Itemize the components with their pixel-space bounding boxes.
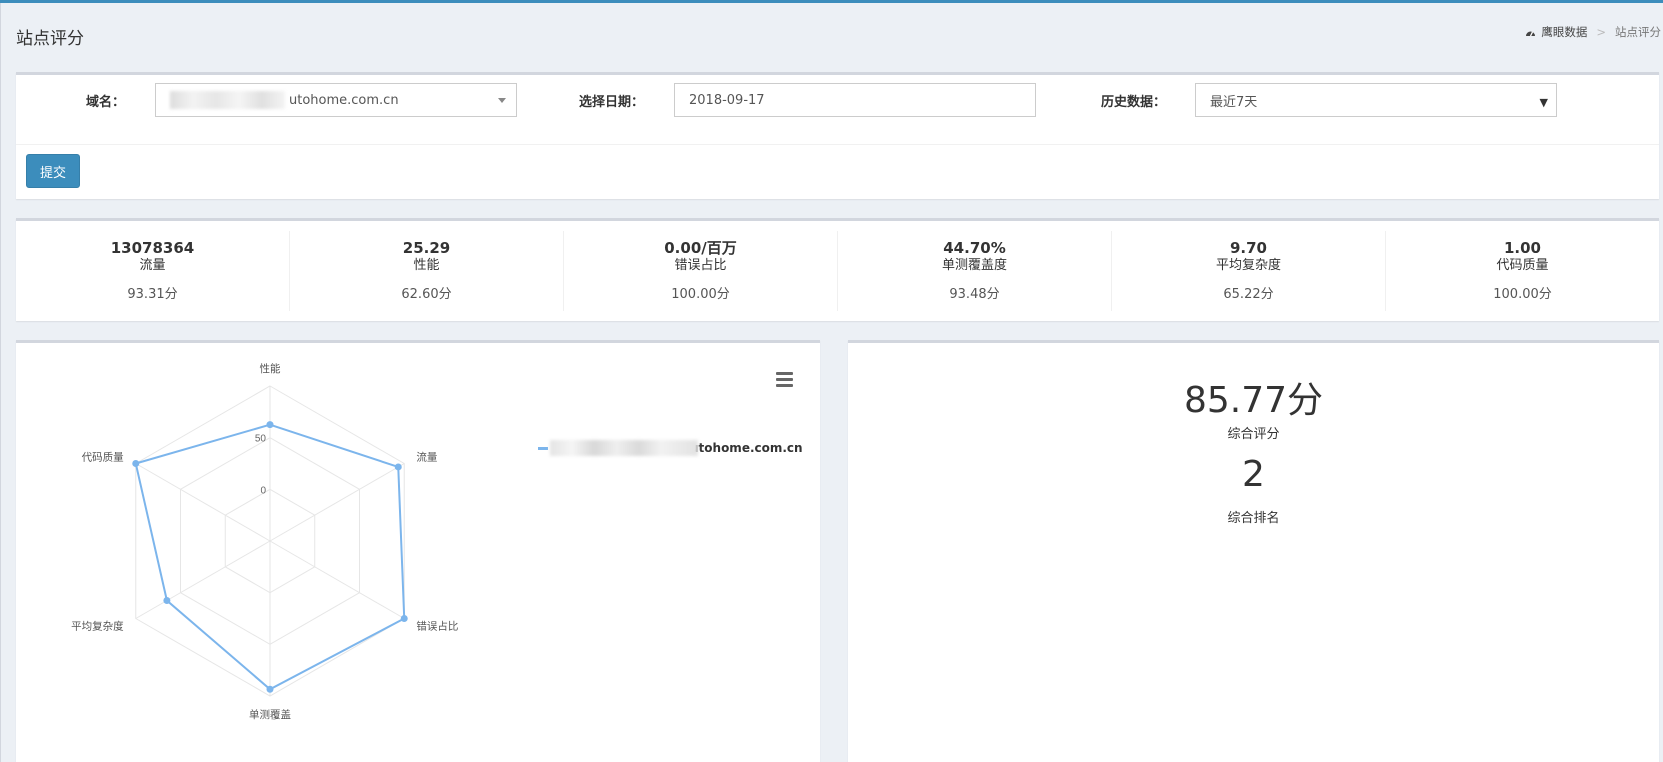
chart-legend[interactable]: utohome.com.cn bbox=[538, 440, 803, 456]
date-label: 选择日期： bbox=[579, 95, 645, 110]
stat-score: 65.22分 bbox=[1223, 287, 1274, 302]
stat-name: 流量 bbox=[139, 258, 166, 273]
radar-axis-label: 性能 bbox=[260, 362, 281, 375]
stat-score: 93.31分 bbox=[127, 287, 178, 302]
stat-traffic: 13078364 流量 93.31分 bbox=[16, 231, 290, 311]
rank-label: 综合排名 bbox=[1227, 511, 1280, 526]
radar-axis-label: 错误占比 bbox=[416, 620, 458, 633]
stat-value: 13078364 bbox=[110, 239, 195, 257]
domain-select-value: utohome.com.cn bbox=[289, 92, 399, 108]
stat-score: 100.00分 bbox=[1493, 287, 1552, 302]
score-panel: 85.77分 综合评分 2 综合排名 bbox=[848, 340, 1659, 762]
breadcrumb: 鹰眼数据 > 站点评分 bbox=[1525, 24, 1661, 40]
page-title: 站点评分 bbox=[16, 29, 84, 49]
radar-axis-label: 代码质量 bbox=[82, 452, 124, 464]
stat-name: 平均复杂度 bbox=[1215, 258, 1281, 273]
radar-data-point bbox=[163, 597, 171, 605]
history-label: 历史数据： bbox=[1101, 95, 1167, 110]
chevron-down-icon bbox=[498, 98, 506, 103]
stat-score: 93.48分 bbox=[949, 287, 1000, 302]
stat-complexity: 9.70 平均复杂度 65.22分 bbox=[1112, 231, 1386, 311]
radar-tick-label: 0 bbox=[260, 485, 266, 496]
stat-value: 25.29 bbox=[402, 239, 451, 257]
stat-name: 单测覆盖度 bbox=[941, 258, 1007, 273]
radar-spoke bbox=[135, 463, 271, 542]
radar-chart: 0 50 性能流量错误占比单测覆盖 平均复杂度 代码质量 bbox=[71, 362, 458, 721]
radar-chart-panel: 0 50 性能流量错误占比单测覆盖 平均复杂度 代码质量 utohome.com.cn bbox=[16, 340, 820, 762]
stat-test-coverage: 44.70% 单测覆盖度 93.48分 bbox=[838, 231, 1112, 311]
radar-data-point bbox=[266, 421, 274, 429]
filter-form: 域名： utohome.com.cn 选择日期： 2018-09-17 历史数据… bbox=[16, 72, 1659, 199]
stat-score: 100.00分 bbox=[671, 287, 730, 302]
chevron-down-icon: ▼ bbox=[1539, 96, 1548, 109]
left-edge bbox=[0, 3, 1, 762]
radar-axis-label: 单测覆盖 bbox=[249, 708, 291, 721]
stat-value: 0.00/百万 bbox=[664, 239, 737, 257]
top-accent-bar bbox=[0, 0, 1663, 3]
history-select[interactable]: 最近7天 ▼ bbox=[1195, 83, 1557, 117]
radar-data-point bbox=[394, 463, 402, 471]
rank-value: 2 bbox=[1242, 454, 1265, 495]
stat-score: 62.60分 bbox=[401, 287, 452, 302]
domain-select[interactable]: utohome.com.cn bbox=[155, 83, 517, 117]
stat-error-rate: 0.00/百万 错误占比 100.00分 bbox=[564, 231, 838, 311]
submit-button[interactable]: 提交 bbox=[26, 154, 80, 188]
radar-axis-label: 平均复杂度 bbox=[71, 620, 124, 633]
date-input-value: 2018-09-17 bbox=[689, 92, 765, 108]
legend-marker bbox=[538, 446, 548, 450]
legend-label: utohome.com.cn bbox=[690, 441, 803, 455]
breadcrumb-home-link[interactable]: 鹰眼数据 bbox=[1541, 24, 1587, 40]
domain-label: 域名： bbox=[86, 95, 126, 110]
redacted-domain-prefix bbox=[170, 91, 285, 109]
total-score-label: 综合评分 bbox=[1227, 427, 1280, 442]
stat-value: 1.00 bbox=[1503, 239, 1541, 257]
breadcrumb-current: 站点评分 bbox=[1615, 25, 1661, 39]
dashboard-icon bbox=[1526, 31, 1536, 36]
stat-code-quality: 1.00 代码质量 100.00分 bbox=[1386, 231, 1659, 311]
radar-data-point bbox=[400, 615, 408, 622]
stat-name: 代码质量 bbox=[1496, 258, 1549, 273]
date-input[interactable]: 2018-09-17 bbox=[674, 83, 1036, 117]
radar-tick-label: 50 bbox=[255, 434, 267, 445]
radar-spoke bbox=[269, 463, 405, 542]
stat-name: 错误占比 bbox=[674, 258, 727, 273]
form-divider bbox=[16, 144, 1659, 145]
stats-panel: 13078364 流量 93.31分 25.29 性能 62.60分 0.00/… bbox=[16, 218, 1659, 321]
stat-name: 性能 bbox=[413, 258, 440, 273]
radar-data-point bbox=[132, 460, 140, 467]
stat-value: 9.70 bbox=[1229, 239, 1267, 257]
stat-value: 44.70% bbox=[943, 239, 1006, 257]
total-score: 85.77分 bbox=[1183, 380, 1324, 421]
redacted-legend-prefix bbox=[550, 440, 698, 456]
radar-data-point bbox=[266, 685, 274, 693]
breadcrumb-separator: > bbox=[1596, 25, 1606, 39]
stat-performance: 25.29 性能 62.60分 bbox=[290, 231, 564, 311]
menu-icon[interactable] bbox=[776, 372, 793, 387]
radar-spoke bbox=[269, 540, 405, 619]
history-select-value: 最近7天 bbox=[1210, 94, 1258, 110]
radar-axis-label: 流量 bbox=[416, 451, 437, 464]
